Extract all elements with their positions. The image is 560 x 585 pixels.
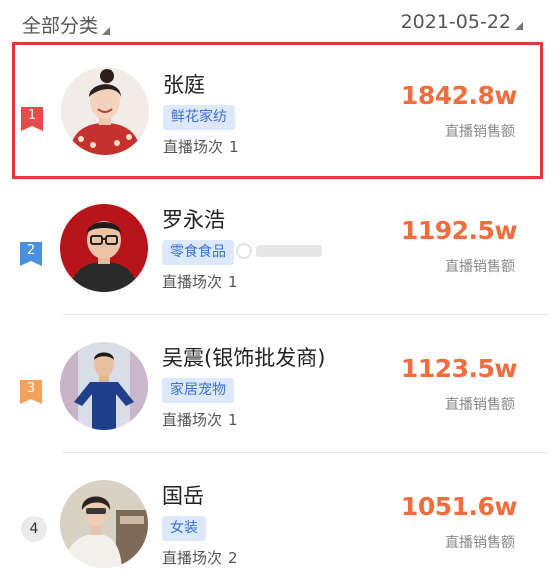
rank-number: 3 [26, 381, 36, 396]
filter-bar: 全部分类 2021-05-22 [0, 0, 560, 44]
watermark [234, 240, 326, 262]
rank-badge: 1 [21, 107, 43, 131]
date-filter[interactable]: 2021-05-22 [401, 11, 523, 33]
dropdown-triangle-icon [515, 22, 523, 30]
streamer-name: 国岳 [162, 484, 204, 508]
dropdown-triangle-icon [102, 27, 111, 35]
streamer-name: 张庭 [163, 73, 205, 97]
category-tag: 女装 [162, 516, 206, 541]
sales-value: 1051.6w [400, 492, 518, 521]
avatar[interactable] [60, 342, 148, 430]
session-value: 1 [228, 273, 238, 291]
rank-number: 4 [21, 516, 47, 542]
category-tag: 零食食品 [162, 240, 234, 265]
sales-value: 1123.5w [400, 354, 518, 383]
avatar[interactable] [61, 67, 149, 155]
row-divider [62, 452, 548, 453]
avatar[interactable] [60, 480, 148, 568]
ranking-row[interactable]: 3 吴震(银饰批发商) 家居宠物 直播场次 1 1123.5w 直播销售额 [12, 318, 543, 455]
streamer-name: 罗永浩 [162, 208, 225, 232]
sales-value: 1842.8w [400, 81, 518, 110]
ranking-row[interactable]: 1 张庭 鲜花家纺 直播场次 1 1842.8w 直播销售额 [12, 42, 543, 179]
category-tag: 鲜花家纺 [163, 105, 235, 130]
sales-label: 直播销售额 [445, 259, 515, 275]
sales-label: 直播销售额 [445, 124, 515, 140]
rank-badge: 2 [20, 242, 42, 266]
category-filter-label: 全部分类 [22, 15, 99, 37]
session-value: 1 [228, 411, 238, 429]
ranking-row[interactable]: 4 国岳 女装 直播场次 2 1051.6w 直播销售额 [12, 456, 543, 585]
date-filter-label: 2021-05-22 [400, 11, 511, 33]
rank-number: 2 [26, 243, 36, 258]
rank-number: 1 [27, 108, 37, 123]
session-count: 直播场次 1 [163, 136, 239, 157]
session-count: 直播场次 1 [162, 409, 238, 430]
avatar[interactable] [60, 204, 148, 292]
ranking-row[interactable]: 2 罗永浩 零食食品 直播场次 1 1192.5w 直播销售额 [12, 180, 543, 317]
session-value: 2 [228, 549, 238, 567]
session-label: 直播场次 [162, 411, 223, 429]
category-tag: 家居宠物 [162, 378, 234, 403]
session-label: 直播场次 [162, 549, 223, 567]
session-label: 直播场次 [163, 138, 224, 156]
session-label: 直播场次 [162, 273, 223, 291]
streamer-name: 吴震(银饰批发商) [162, 346, 326, 370]
sales-label: 直播销售额 [445, 535, 515, 551]
sales-label: 直播销售额 [445, 397, 515, 413]
session-value: 1 [229, 138, 239, 156]
sales-value: 1192.5w [400, 216, 518, 245]
session-count: 直播场次 2 [162, 547, 238, 568]
session-count: 直播场次 1 [162, 271, 238, 292]
rank-badge: 3 [20, 380, 42, 404]
row-divider [62, 314, 548, 315]
category-filter[interactable]: 全部分类 [22, 11, 111, 38]
